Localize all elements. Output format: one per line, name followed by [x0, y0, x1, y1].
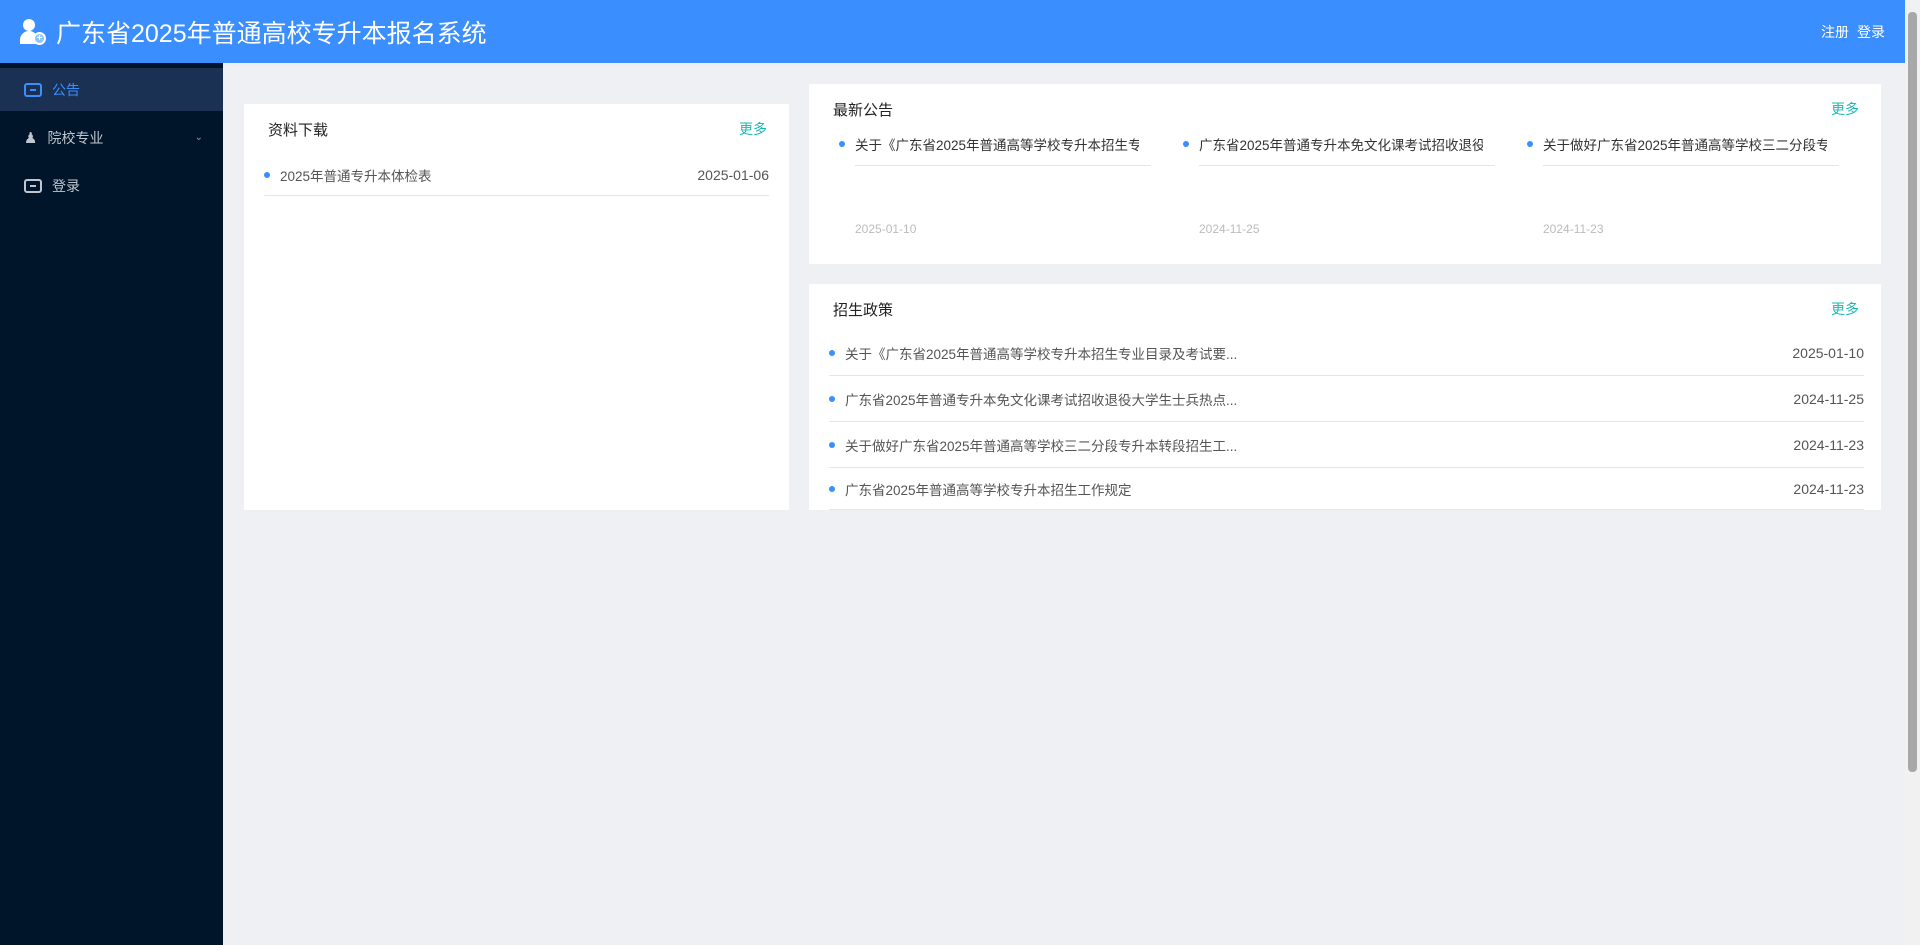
announcement-item[interactable]: 关于《广东省2025年普通高等学校专升本招生专 2025-01-10 [839, 134, 1151, 236]
scrollbar-thumb[interactable] [1908, 12, 1917, 772]
list-item[interactable]: 广东省2025年普通高等学校专升本招生工作规定 2024-11-23 [829, 468, 1864, 510]
item-date: 2024-11-25 [1793, 390, 1864, 407]
item-title: 广东省2025年普通高等学校专升本招生工作规定 [845, 482, 1132, 498]
downloads-card: 资料下载 更多 2025年普通专升本体检表 2025-01-06 [244, 104, 789, 510]
item-title: 2025年普通专升本体检表 [280, 168, 432, 184]
item-title: 关于《广东省2025年普通高等学校专升本招生专 [855, 138, 1139, 153]
item-date: 2025-01-06 [697, 166, 769, 183]
more-link[interactable]: 更多 [1831, 99, 1859, 119]
item-date: 2025-01-10 [855, 222, 917, 236]
user-add-icon: + [20, 18, 46, 45]
announcement-item[interactable]: 关于做好广东省2025年普通高等学校三二分段专 2024-11-23 [1527, 134, 1839, 236]
announcements-card: 最新公告 更多 关于《广东省2025年普通高等学校专升本招生专 2025-01-1… [809, 84, 1881, 264]
scrollbar[interactable] [1905, 0, 1920, 945]
card-title: 资料下载 [268, 122, 329, 139]
sidebar-item-login[interactable]: 登录 [0, 164, 223, 207]
page-title: 广东省2025年普通高校专升本报名系统 [56, 19, 487, 48]
card-title: 最新公告 [833, 102, 894, 119]
item-title: 广东省2025年普通专升本免文化课考试招收退役大学生士兵热点... [845, 392, 1238, 408]
sidebar-item-label: 登录 [52, 177, 80, 194]
register-link[interactable]: 注册 [1821, 22, 1849, 42]
item-date: 2024-11-23 [1543, 222, 1604, 236]
card-title: 招生政策 [833, 302, 894, 319]
chevron-down-icon: ⌄ [194, 132, 203, 143]
more-link[interactable]: 更多 [1831, 299, 1859, 319]
sidebar-item-majors[interactable]: ♟ 院校专业 ⌄ [0, 116, 223, 159]
item-date: 2024-11-25 [1199, 222, 1260, 236]
item-date: 2025-01-10 [1792, 344, 1864, 361]
item-title: 关于做好广东省2025年普通高等学校三二分段专升本转段招生工... [845, 438, 1238, 454]
item-date: 2024-11-23 [1793, 436, 1864, 453]
list-item[interactable]: 关于《广东省2025年普通高等学校专升本招生专业目录及考试要... 2025-01… [829, 330, 1864, 376]
item-title: 关于《广东省2025年普通高等学校专升本招生专业目录及考试要... [845, 346, 1238, 362]
sidebar: 公告 ♟ 院校专业 ⌄ 登录 [0, 63, 223, 945]
item-title: 广东省2025年普通专升本免文化课考试招收退役 [1199, 138, 1483, 153]
briefcase-icon [24, 178, 42, 193]
briefcase-icon [24, 82, 42, 97]
users-icon: ♟ [24, 129, 38, 147]
announcement-item[interactable]: 广东省2025年普通专升本免文化课考试招收退役 2024-11-25 [1183, 134, 1495, 236]
login-link[interactable]: 登录 [1857, 22, 1885, 42]
header: + 广东省2025年普通高校专升本报名系统 注册 登录 [0, 0, 1905, 63]
policy-card: 招生政策 更多 关于《广东省2025年普通高等学校专升本招生专业目录及考试要..… [809, 284, 1881, 510]
sidebar-item-label: 院校专业 [47, 129, 104, 146]
list-item[interactable]: 广东省2025年普通专升本免文化课考试招收退役大学生士兵热点... 2024-11… [829, 376, 1864, 422]
list-item[interactable]: 关于做好广东省2025年普通高等学校三二分段专升本转段招生工... 2024-11… [829, 422, 1864, 468]
list-item[interactable]: 2025年普通专升本体检表 2025-01-06 [264, 154, 769, 196]
sidebar-item-label: 公告 [52, 81, 80, 98]
sidebar-item-announcements[interactable]: 公告 [0, 68, 223, 111]
more-link[interactable]: 更多 [739, 119, 767, 139]
item-date: 2024-11-23 [1793, 480, 1864, 497]
item-title: 关于做好广东省2025年普通高等学校三二分段专 [1543, 138, 1827, 153]
